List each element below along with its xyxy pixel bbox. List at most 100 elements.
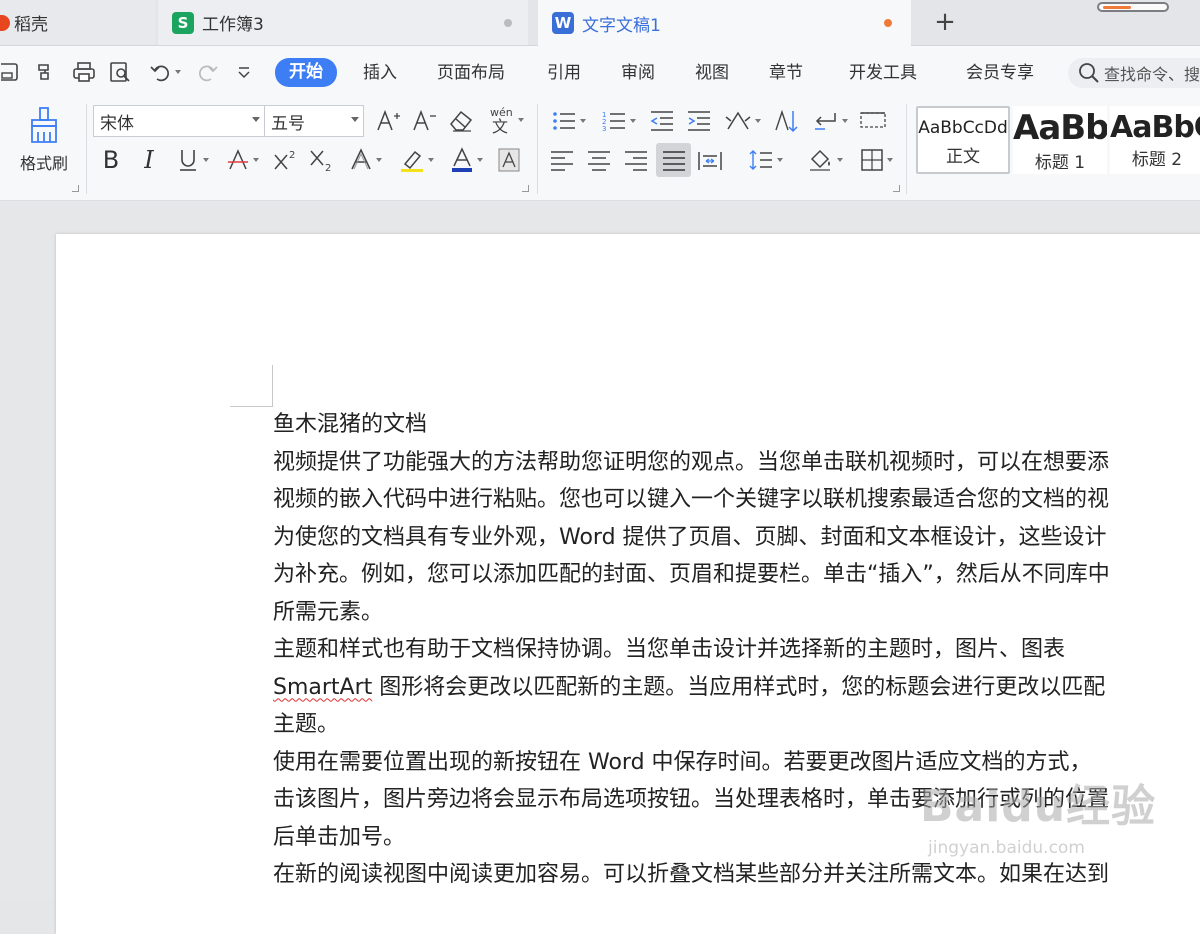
document-body[interactable]: 鱼木混猪的文档 视频提供了功能强大的方法帮助您证明您的观点。当您单击联机视频时，… xyxy=(273,406,1200,894)
shading-button[interactable] xyxy=(804,146,846,174)
format-painter-quick-icon[interactable] xyxy=(34,60,58,84)
docer-logo-icon xyxy=(0,14,10,31)
menu-view[interactable]: 视图 xyxy=(695,60,729,86)
chevron-down-icon xyxy=(252,117,260,122)
paragraph-mark-icon xyxy=(814,113,836,130)
bold-button[interactable]: B xyxy=(98,146,124,174)
align-left-icon[interactable] xyxy=(548,146,576,174)
document-line: 视频的嵌入代码中进行粘贴。您也可以键入一个关键字以联机搜索最适合您的文档的视 xyxy=(273,487,1110,512)
increase-indent-icon[interactable] xyxy=(685,107,713,135)
menu-member[interactable]: 会员专享 xyxy=(966,60,1034,86)
phonetic-guide-icon[interactable]: wén 文 xyxy=(484,106,526,134)
increase-font-size-icon[interactable] xyxy=(374,107,402,135)
numbering-button[interactable]: 123 xyxy=(598,107,638,135)
svg-text:文: 文 xyxy=(492,117,508,134)
show-paragraph-marks-button[interactable] xyxy=(808,107,852,135)
menu-review[interactable]: 审阅 xyxy=(621,60,655,86)
print-icon[interactable] xyxy=(71,60,97,84)
chinese-layout-button[interactable] xyxy=(720,107,764,135)
document-line: 主题和样式也有助于文档保持协调。当您单击设计并选择新的主题时，图片、图表 xyxy=(273,637,1066,662)
paragraph-dialog-launcher-icon[interactable] xyxy=(893,185,900,192)
font-name-value: 宋体 xyxy=(100,113,134,134)
progress-fill xyxy=(1103,6,1131,9)
customize-toolbar-chevron-icon[interactable] xyxy=(234,60,254,84)
sort-icon[interactable] xyxy=(772,107,800,135)
justify-icon[interactable] xyxy=(656,143,691,177)
style-normal[interactable]: AaBbCcDd 正文 xyxy=(916,106,1010,174)
style-normal-name: 正文 xyxy=(946,147,980,167)
font-name-combo[interactable]: 宋体 xyxy=(93,105,265,137)
account-progress-pill[interactable] xyxy=(1097,2,1169,12)
highlight-button[interactable] xyxy=(396,146,436,174)
decrease-indent-icon[interactable] xyxy=(648,107,676,135)
clear-formatting-eraser-icon[interactable] xyxy=(446,107,476,135)
menu-home[interactable]: 开始 xyxy=(275,58,337,87)
subscript-icon[interactable]: 2 xyxy=(308,146,336,174)
tab-close-dot[interactable] xyxy=(504,19,512,27)
margin-corner-mark xyxy=(272,365,273,406)
svg-text:2: 2 xyxy=(325,163,331,173)
tab-docer[interactable]: 稻壳 xyxy=(0,0,155,45)
document-line: 为使您的文档具有专业外观，Word 提供了页眉、页脚、封面和文本框设计，这些设计 xyxy=(273,524,1107,550)
new-tab-button[interactable]: + xyxy=(930,6,960,38)
menu-references[interactable]: 引用 xyxy=(547,60,581,86)
superscript-icon[interactable]: 2 xyxy=(272,146,300,174)
underline-button[interactable] xyxy=(172,146,212,174)
document-title: 鱼木混猪的文档 xyxy=(273,412,428,437)
tab-document[interactable]: W 文字文稿1 xyxy=(538,0,911,46)
numbered-list-icon: 123 xyxy=(602,111,625,133)
format-painter-button[interactable]: 格式刷 xyxy=(10,104,78,184)
table-grid-lines-icon[interactable] xyxy=(858,107,888,135)
print-preview-icon[interactable] xyxy=(107,60,133,84)
font-color-a-icon xyxy=(451,147,472,172)
unsaved-dot-icon[interactable] xyxy=(884,19,892,27)
tab-workbook[interactable]: S 工作簿3 xyxy=(158,0,528,45)
underline-icon xyxy=(179,150,196,171)
clipboard-dialog-launcher-icon[interactable] xyxy=(72,185,79,192)
font-size-value: 五号 xyxy=(271,113,305,134)
search-icon xyxy=(1079,63,1099,83)
menu-sections[interactable]: 章节 xyxy=(769,60,803,86)
chinese-layout-icon xyxy=(725,111,750,130)
menu-developer[interactable]: 开发工具 xyxy=(849,60,917,86)
spellcheck-flagged-word[interactable]: SmartArt xyxy=(273,675,372,700)
strikethrough-a-icon xyxy=(227,149,248,170)
style-normal-sample: AaBbCcDd xyxy=(918,118,1008,138)
font-color-button[interactable] xyxy=(446,146,486,174)
document-line: 所需元素。 xyxy=(273,599,384,625)
style-heading-2[interactable]: AaBbC 标题 2 xyxy=(1110,106,1200,174)
document-line: 视频提供了功能强大的方法帮助您证明您的观点。当您单击联机视频时，可以在想要添 xyxy=(273,449,1110,475)
highlighter-icon xyxy=(400,150,423,172)
tab-bar: 稻壳 S 工作簿3 W 文字文稿1 + xyxy=(0,0,1200,46)
save-icon[interactable] xyxy=(0,60,22,84)
bold-icon: B xyxy=(102,146,120,174)
align-center-icon[interactable] xyxy=(585,146,613,174)
menu-bar: 开始 插入 页面布局 引用 审阅 视图 章节 开发工具 会员专享 查找命令、搜 xyxy=(0,46,1200,98)
strikethrough-button[interactable] xyxy=(222,146,262,174)
redo-icon[interactable] xyxy=(194,60,220,84)
menu-insert[interactable]: 插入 xyxy=(363,60,397,86)
borders-button[interactable] xyxy=(856,146,896,174)
svg-text:3: 3 xyxy=(602,125,606,133)
paint-bucket-icon xyxy=(809,149,830,171)
distributed-align-icon[interactable] xyxy=(696,146,724,174)
decrease-font-size-icon[interactable] xyxy=(410,107,438,135)
style-heading-2-name: 标题 2 xyxy=(1131,150,1183,170)
character-shading-icon[interactable] xyxy=(496,146,522,174)
text-effects-button[interactable] xyxy=(344,146,386,174)
italic-button[interactable]: I xyxy=(136,146,162,174)
document-line-smartart: SmartArt 图形将会更改以匹配新的主题。当应用样式时，您的标题会进行更改以… xyxy=(273,674,1106,700)
bullets-button[interactable] xyxy=(548,107,588,135)
ribbon-separator xyxy=(86,104,87,194)
line-spacing-icon xyxy=(749,150,772,170)
font-dialog-launcher-icon[interactable] xyxy=(522,185,529,192)
command-search[interactable]: 查找命令、搜 xyxy=(1068,58,1200,88)
align-right-icon[interactable] xyxy=(622,146,650,174)
menu-page-layout[interactable]: 页面布局 xyxy=(437,60,505,86)
undo-icon[interactable] xyxy=(146,60,184,84)
style-heading-1[interactable]: AaBb 标题 1 xyxy=(1013,106,1107,174)
line-spacing-button[interactable] xyxy=(744,146,786,174)
font-size-combo[interactable]: 五号 xyxy=(264,105,364,137)
style-heading-2-sample: AaBbC xyxy=(1110,110,1200,145)
document-line: 后单击加号。 xyxy=(273,824,406,850)
